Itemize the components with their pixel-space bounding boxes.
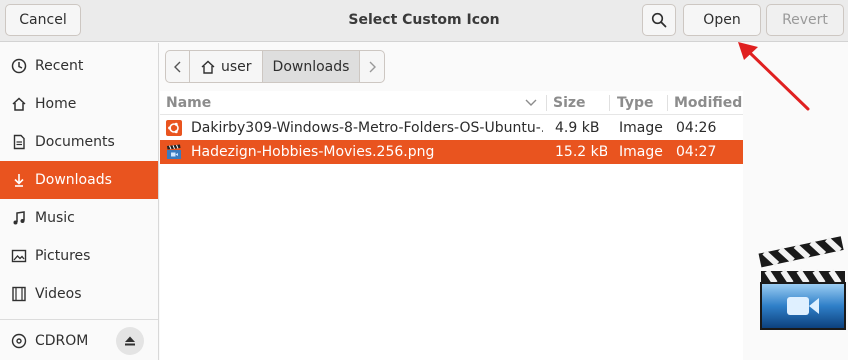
- column-divider: [609, 95, 610, 111]
- eject-button[interactable]: [116, 327, 144, 355]
- revert-button[interactable]: Revert: [766, 4, 844, 36]
- file-row[interactable]: Dakirby309-Windows-8-Metro-Folders-OS-Ub…: [160, 116, 743, 140]
- home-icon: [10, 95, 28, 113]
- chevron-down-icon[interactable]: [525, 99, 537, 107]
- cancel-button[interactable]: Cancel: [5, 4, 81, 36]
- file-row-selected[interactable]: Hadezign-Hobbies-Movies.256.png 15.2 kB …: [160, 140, 743, 164]
- search-icon: [651, 12, 667, 28]
- sidebar-item-cdrom[interactable]: CDROM: [0, 322, 158, 360]
- sidebar-item-label: Music: [35, 210, 75, 226]
- clapperboard-preview-icon: [758, 236, 846, 330]
- path-segment-label: user: [221, 58, 252, 75]
- path-bar: user Downloads: [165, 50, 386, 83]
- ubuntu-image-icon: [166, 116, 184, 140]
- file-modified: 04:27: [676, 144, 717, 160]
- home-icon: [201, 60, 215, 74]
- sidebar-item-documents[interactable]: Documents: [0, 123, 158, 161]
- file-name: Dakirby309-Windows-8-Metro-Folders-OS-Ub…: [191, 120, 543, 136]
- picture-icon: [10, 247, 28, 265]
- path-back-button[interactable]: [166, 51, 190, 82]
- path-segment-downloads[interactable]: Downloads: [262, 51, 361, 82]
- disc-icon: [10, 332, 28, 350]
- file-name: Hadezign-Hobbies-Movies.256.png: [191, 144, 435, 160]
- sidebar-item-videos[interactable]: Videos: [0, 275, 158, 313]
- sidebar-item-label: Pictures: [35, 248, 91, 264]
- sidebar-item-label: Documents: [35, 134, 115, 150]
- sidebar-item-downloads[interactable]: Downloads: [0, 161, 158, 199]
- file-list: Name Size Type Modified Dakirby309-Windo…: [160, 91, 743, 360]
- places-sidebar: Recent Home Documents Downloads Music Pi…: [0, 43, 159, 360]
- chevron-right-icon: [369, 61, 377, 72]
- sidebar-item-pictures[interactable]: Pictures: [0, 237, 158, 275]
- sidebar-item-recent[interactable]: Recent: [0, 47, 158, 85]
- header-bar: Cancel Select Custom Icon Open Revert: [0, 0, 848, 42]
- path-segment-label: Downloads: [272, 58, 350, 75]
- column-header-type[interactable]: Type: [617, 91, 654, 115]
- file-size: 15.2 kB: [555, 144, 607, 160]
- chevron-left-icon: [173, 61, 180, 72]
- sidebar-item-home[interactable]: Home: [0, 85, 158, 123]
- document-icon: [10, 133, 28, 151]
- sidebar-item-label: Recent: [35, 58, 84, 74]
- sidebar-item-label: Downloads: [35, 172, 112, 188]
- path-forward-button[interactable]: [360, 51, 384, 82]
- column-divider: [667, 95, 668, 111]
- sidebar-item-label: Videos: [35, 286, 82, 302]
- clapperboard-image-icon: [166, 140, 184, 164]
- sidebar-item-label: Home: [35, 96, 77, 112]
- download-icon: [10, 171, 28, 189]
- music-note-icon: [10, 209, 28, 227]
- sidebar-item-music[interactable]: Music: [0, 199, 158, 237]
- column-divider: [546, 95, 547, 111]
- clock-icon: [10, 57, 28, 75]
- open-button[interactable]: Open: [683, 4, 761, 36]
- preview-pane: [743, 91, 848, 360]
- sidebar-separator: [0, 319, 158, 320]
- file-modified: 04:26: [676, 120, 717, 136]
- sidebar-item-label: CDROM: [35, 333, 89, 349]
- path-segment-home[interactable]: user: [190, 51, 263, 82]
- column-header-name[interactable]: Name: [166, 91, 211, 115]
- file-size: 4.9 kB: [555, 120, 600, 136]
- file-type: Image: [619, 120, 663, 136]
- film-icon: [10, 285, 28, 303]
- annotation-arrow: [738, 42, 810, 111]
- file-list-header: Name Size Type Modified: [160, 91, 743, 115]
- file-type: Image: [619, 144, 663, 160]
- search-button[interactable]: [642, 4, 676, 36]
- column-header-size[interactable]: Size: [553, 91, 586, 115]
- eject-icon: [125, 336, 135, 346]
